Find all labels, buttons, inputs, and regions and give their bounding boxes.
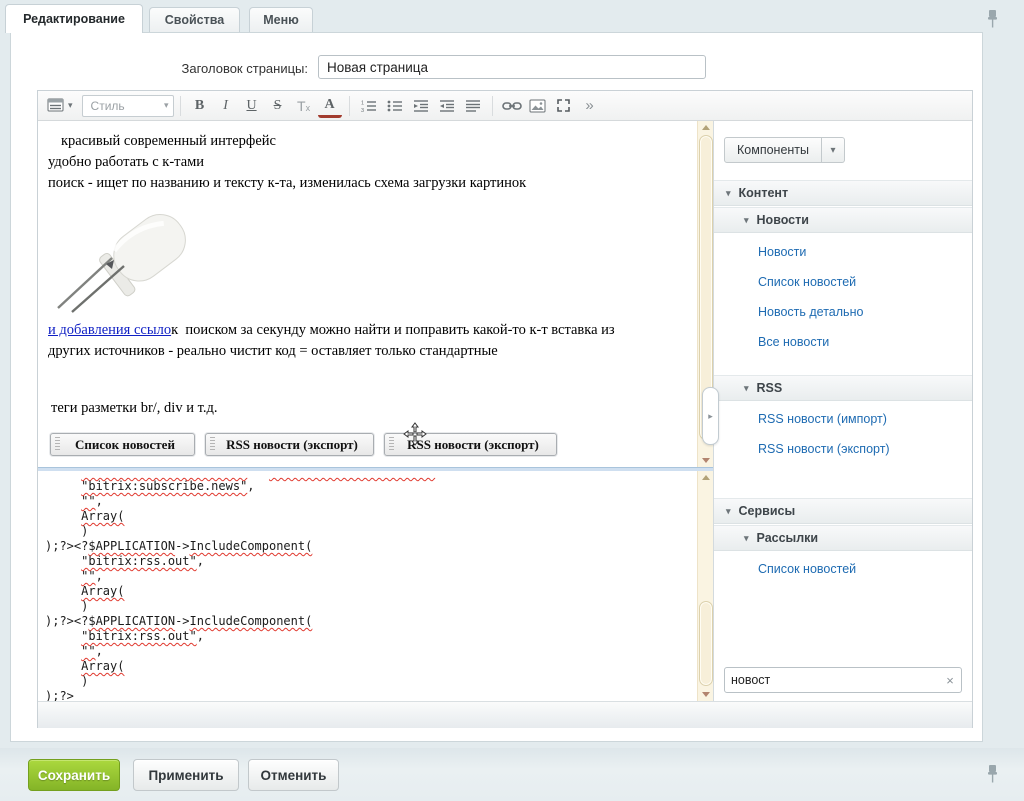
code-line: );?>	[45, 689, 697, 701]
scroll-up-arrow[interactable]	[698, 471, 714, 484]
components-button[interactable]: Компоненты ▾	[724, 137, 845, 163]
component-placeholder-news-list[interactable]: Список новостей	[50, 433, 195, 456]
fullscreen-button[interactable]	[552, 94, 576, 118]
editor-tags-line: теги разметки br/, div и т.д.	[48, 398, 687, 419]
component-placeholder-rss-export-2[interactable]: RSS новости (экспорт)	[384, 433, 557, 456]
panel-collapse-handle[interactable]: ▸	[702, 387, 719, 445]
style-select[interactable]: Стиль ▾	[82, 95, 174, 117]
code-line: )	[45, 524, 697, 539]
section-services[interactable]: ▾ Сервисы	[714, 498, 972, 524]
triangle-down-icon: ▾	[744, 383, 749, 394]
drag-handle-icon	[210, 437, 215, 452]
component-link-mailing-news-list[interactable]: Список новостей	[758, 562, 856, 576]
code-line: "bitrix:subscribe.news",	[45, 479, 697, 494]
clear-search-icon[interactable]: ×	[939, 673, 961, 688]
pin-icon[interactable]	[986, 9, 999, 34]
move-cursor-icon	[403, 422, 427, 446]
triangle-down-icon: ▾	[726, 506, 731, 517]
tab-editing[interactable]: Редактирование	[5, 4, 143, 33]
tab-menu[interactable]: Меню	[249, 7, 313, 32]
save-button[interactable]: Сохранить	[28, 759, 120, 791]
subsection-rss[interactable]: ▾ RSS	[714, 375, 972, 401]
svg-text:3: 3	[361, 108, 364, 113]
led-image[interactable]	[50, 202, 202, 316]
page-title-input[interactable]	[318, 55, 706, 79]
code-scrollbar[interactable]	[697, 471, 713, 701]
code-line: Array(	[45, 584, 697, 599]
scrollbar-thumb[interactable]	[699, 601, 713, 686]
triangle-right-icon: ▸	[708, 411, 713, 422]
scroll-down-arrow[interactable]	[698, 688, 714, 701]
subsection-news[interactable]: ▾ Новости	[714, 207, 972, 233]
code-editor[interactable]: "bitrix:subscribe.news", "bitrix:subscri…	[38, 471, 697, 701]
apply-button[interactable]: Применить	[133, 759, 239, 791]
editor-footer-strip	[38, 701, 972, 728]
drag-handle-icon	[389, 437, 394, 452]
editor-paragraph: поиск - ищет по названию и тексту к-та, …	[48, 173, 687, 194]
ordered-list-button[interactable]: 13	[357, 94, 381, 118]
code-line: );?><?$APPLICATION->IncludeComponent(	[45, 539, 697, 554]
cancel-button[interactable]: Отменить	[248, 759, 339, 791]
justify-button[interactable]	[461, 94, 485, 118]
component-search-box: ×	[724, 667, 962, 693]
pin-icon[interactable]	[986, 764, 999, 789]
toolbar-more-button[interactable]: »	[578, 94, 602, 118]
indent-button[interactable]	[409, 94, 433, 118]
page-title-label: Заголовок страницы:	[90, 61, 308, 76]
bullet-list-button[interactable]	[383, 94, 407, 118]
editor-paragraph: удобно работать с к-тами	[48, 152, 687, 173]
page: Редактирование Свойства Меню Заголовок с…	[0, 0, 1024, 801]
triangle-down-icon: ▾	[726, 188, 731, 199]
outdent-button[interactable]	[435, 94, 459, 118]
tab-properties[interactable]: Свойства	[149, 7, 240, 32]
code-line: )	[45, 599, 697, 614]
editor-link[interactable]: и добавления ссыло	[48, 322, 171, 338]
underline-button[interactable]: U	[240, 94, 264, 118]
editor-text: поиском за секунду можно найти и поправи…	[178, 322, 615, 338]
section-content[interactable]: ▾ Контент	[714, 180, 972, 206]
component-search-input[interactable]	[725, 673, 939, 687]
code-line: )	[45, 674, 697, 689]
code-line: Array(	[45, 659, 697, 674]
scroll-down-arrow[interactable]	[698, 454, 714, 467]
clear-format-button[interactable]: Tx	[292, 94, 316, 118]
scroll-up-arrow[interactable]	[698, 121, 714, 134]
editor-text: других источников - реально чистит код =…	[48, 341, 687, 362]
triangle-down-icon: ▾	[744, 533, 749, 544]
code-line: Array(	[45, 509, 697, 524]
code-line: "bitrix:rss.out",	[45, 629, 697, 644]
component-link-rss-import[interactable]: RSS новости (импорт)	[758, 412, 887, 426]
code-line: "",	[45, 494, 697, 509]
link-button[interactable]	[500, 94, 524, 118]
chevron-down-icon: ▾	[164, 100, 169, 111]
component-placeholder-rss-export-1[interactable]: RSS новости (экспорт)	[205, 433, 374, 456]
component-link-news-list[interactable]: Список новостей	[758, 275, 856, 289]
svg-text:1: 1	[361, 100, 364, 106]
wysiwyg-editor[interactable]: красивый современный интерфейс удобно ра…	[38, 121, 697, 467]
code-line: "bitrix:rss.out",	[45, 554, 697, 569]
bold-button[interactable]: B	[188, 94, 212, 118]
component-link-all-news[interactable]: Все новости	[758, 335, 829, 349]
view-mode-button[interactable]: ▾	[47, 94, 73, 118]
code-line: "",	[45, 644, 697, 659]
italic-button[interactable]: I	[214, 94, 238, 118]
editor-frame: ▾ Стиль ▾ B I U S Tx A 13	[37, 90, 973, 728]
components-panel: Компоненты ▾ ▾ Контент ▾ Новости Новости…	[713, 121, 972, 701]
code-line: "",	[45, 569, 697, 584]
editor-paragraph: красивый современный интерфейс	[48, 131, 687, 152]
triangle-down-icon: ▾	[744, 215, 749, 226]
code-line: "bitrix:subscribe.news", "bitrix:subscri…	[45, 471, 697, 479]
drag-handle-icon	[55, 437, 60, 452]
subsection-mailing[interactable]: ▾ Рассылки	[714, 525, 972, 551]
component-link-news-detail[interactable]: Новость детально	[758, 305, 863, 319]
chevron-down-icon: ▾	[822, 137, 845, 163]
editor-toolbar: ▾ Стиль ▾ B I U S Tx A 13	[38, 91, 972, 121]
font-color-button[interactable]: A	[318, 96, 342, 118]
chevron-down-icon: ▾	[68, 100, 73, 111]
component-link-rss-export[interactable]: RSS новости (экспорт)	[758, 442, 890, 456]
image-button[interactable]	[526, 94, 550, 118]
strikethrough-button[interactable]: S	[266, 94, 290, 118]
component-link-news[interactable]: Новости	[758, 245, 806, 259]
code-line: );?><?$APPLICATION->IncludeComponent(	[45, 614, 697, 629]
